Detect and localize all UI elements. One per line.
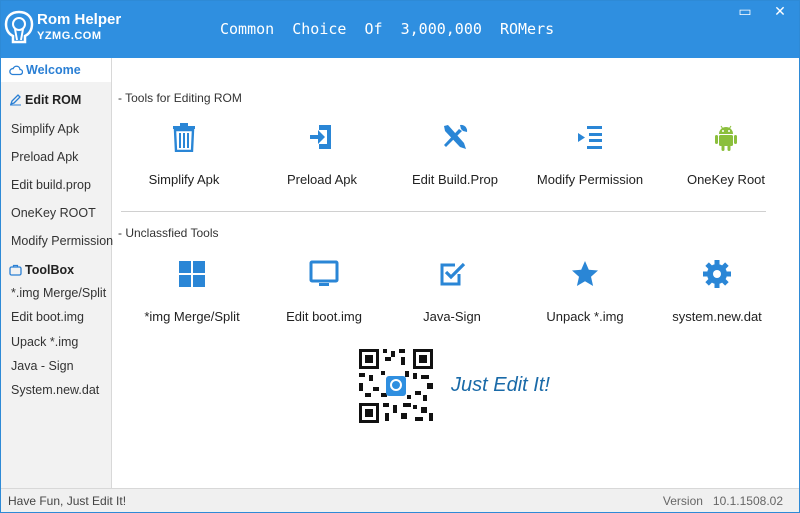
sidebar-item-preload-apk[interactable]: Preload Apk (1, 145, 111, 169)
close-button[interactable]: ✕ (769, 3, 791, 21)
tool-java-sign[interactable]: Java-Sign (387, 259, 517, 339)
tagline: Just Edit It! (451, 374, 550, 396)
tool-modify-permission[interactable]: Modify Permission (525, 122, 655, 202)
sidebar-edit-rom-label: Edit ROM (25, 93, 82, 107)
tool-label: Java-Sign (423, 309, 481, 324)
sidebar-item-system-new-dat[interactable]: System.new.dat (1, 378, 111, 402)
sidebar: Welcome Edit ROM Simplify Apk Preload Ap… (1, 58, 113, 488)
tool-label: Modify Permission (536, 172, 644, 187)
section-divider (121, 211, 766, 212)
tool-label: Simplify Apk (148, 172, 220, 187)
monitor-icon (309, 260, 339, 286)
sidebar-item-welcome[interactable]: Welcome (1, 58, 111, 82)
trash-icon (173, 123, 195, 152)
sidebar-header-edit-rom: Edit ROM (1, 88, 111, 112)
tool-system-new-dat[interactable]: system.new.dat (652, 259, 782, 339)
tool-label: Preload Apk (286, 172, 358, 187)
sidebar-item-upack-img[interactable]: Upack *.img (1, 330, 111, 354)
status-message: Have Fun, Just Edit It! (8, 494, 127, 508)
gear-icon (703, 260, 731, 288)
sidebar-item-simplify-apk[interactable]: Simplify Apk (1, 117, 111, 141)
list-indent-icon (578, 126, 602, 149)
sidebar-toolbox-label: ToolBox (25, 263, 75, 277)
grid-icon (179, 261, 205, 287)
tool-label: *img Merge/Split (144, 309, 240, 324)
section-title-editing: - Tools for Editing ROM (118, 91, 242, 105)
star-icon (572, 261, 598, 286)
app-window: Rom Helper YZMG.COM Common Choice Of 3,0… (0, 0, 800, 513)
sidebar-header-toolbox: ToolBox (1, 258, 111, 282)
logo-title: Rom Helper (37, 11, 122, 28)
title-bar[interactable]: Rom Helper YZMG.COM Common Choice Of 3,0… (1, 1, 799, 58)
pencil-icon (9, 94, 21, 106)
sidebar-item-onekey-root[interactable]: OneKey ROOT (1, 201, 111, 225)
tool-onekey-root[interactable]: OneKey Root (661, 122, 791, 202)
sidebar-item-edit-build-prop[interactable]: Edit build.prop (1, 173, 111, 197)
tool-preload-apk[interactable]: Preload Apk (257, 122, 387, 202)
slogan-text: Common Choice Of 3,000,000 ROMers (220, 20, 555, 38)
sidebar-item-modify-permission[interactable]: Modify Permission (1, 229, 113, 253)
cloud-icon (9, 65, 24, 76)
tool-edit-boot-img[interactable]: Edit boot.img (259, 259, 389, 339)
tool-unpack-img[interactable]: Unpack *.img (520, 259, 650, 339)
tool-edit-build-prop[interactable]: Edit Build.Prop (390, 122, 520, 202)
sidebar-item-edit-boot-img[interactable]: Edit boot.img (1, 305, 111, 329)
status-bar: Have Fun, Just Edit It! Version 10.1.150… (1, 488, 799, 512)
version-label: Version 10.1.1508.02 (662, 494, 783, 508)
tool-simplify-apk[interactable]: Simplify Apk (119, 122, 249, 202)
sidebar-welcome-label: Welcome (26, 63, 81, 77)
sidebar-item-java-sign[interactable]: Java - Sign (1, 354, 111, 378)
tool-label: Unpack *.img (546, 309, 624, 324)
tool-label: Edit Build.Prop (412, 172, 498, 187)
login-arrow-icon (310, 125, 331, 149)
section-title-unclassified: - Unclassfied Tools (118, 226, 219, 240)
tool-label: Edit boot.img (286, 309, 362, 324)
check-square-icon (440, 262, 466, 286)
main-panel: - Tools for Editing ROM Simplify Apk Pre… (113, 58, 799, 488)
tools-icon (444, 124, 468, 149)
android-icon (715, 125, 737, 151)
tool-label: system.new.dat (672, 309, 762, 324)
minimize-button[interactable]: ▭ (734, 3, 756, 21)
tool-label: OneKey Root (686, 172, 766, 187)
sidebar-item-img-merge-split[interactable]: *.img Merge/Split (1, 281, 111, 305)
rom-helper-logo-icon (4, 10, 34, 44)
logo-subtitle: YZMG.COM (37, 30, 102, 42)
qr-code-icon (357, 347, 435, 425)
toolbox-icon (9, 264, 22, 276)
tool-img-merge-split[interactable]: *img Merge/Split (127, 259, 257, 339)
